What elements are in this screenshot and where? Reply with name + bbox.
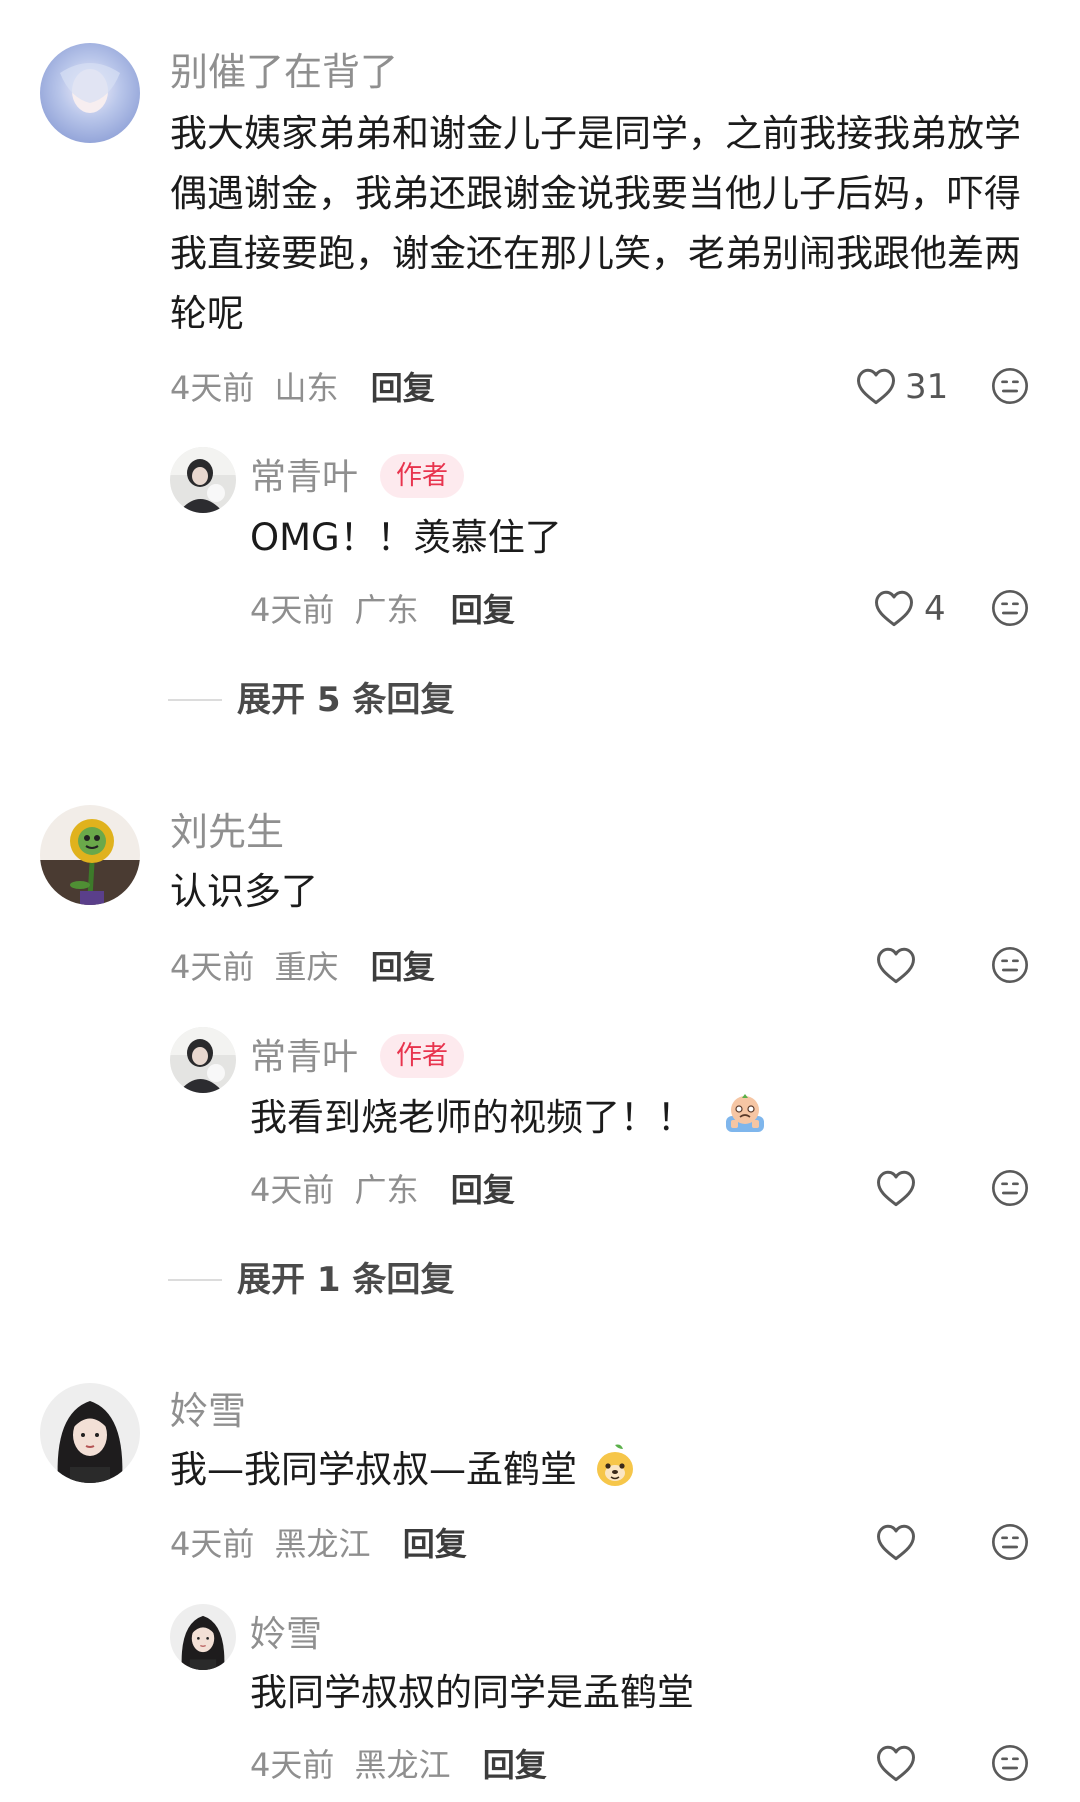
meh-face-icon[interactable] (990, 1168, 1030, 1208)
reply-meta: 4天前 黑龙江 回复 (250, 1745, 547, 1785)
like-heart-icon[interactable] (873, 588, 915, 628)
reply-button[interactable]: 回复 (371, 369, 435, 407)
like-count: 31 (905, 367, 949, 407)
meh-face-icon[interactable] (990, 1522, 1030, 1562)
expand-replies-button[interactable]: 展开 1 条回复 (237, 1260, 454, 1300)
comment-author[interactable]: 姈雪 (170, 1391, 246, 1431)
like-heart-icon[interactable] (855, 366, 897, 406)
crying-emoji (722, 1090, 768, 1136)
comment-location: 山东 (274, 369, 339, 407)
like-count: 4 (924, 589, 946, 629)
reply-location: 广东 (354, 1171, 419, 1209)
avatar[interactable] (170, 447, 236, 513)
meh-face-icon[interactable] (990, 366, 1030, 406)
reply-time: 4天前 (250, 1171, 335, 1209)
reply-meta: 4天前 广东 回复 (250, 590, 515, 630)
comment-text: 我大姨家弟弟和谢金儿子是同学，之前我接我弟放学偶遇谢金，我弟还跟谢金说我要当他儿… (170, 112, 1021, 335)
comment-meta: 4天前 黑龙江 回复 (170, 1524, 467, 1564)
expand-replies-button[interactable]: 展开 5 条回复 (237, 680, 454, 720)
reply-text: 我看到烧老师的视频了！！ (250, 1088, 768, 1148)
author-badge: 作者 (380, 454, 465, 498)
comment-location: 黑龙江 (274, 1525, 371, 1563)
reply-author[interactable]: 姈雪 (250, 1615, 322, 1655)
reply-meta: 4天前 广东 回复 (250, 1170, 515, 1210)
reply-button[interactable]: 回复 (403, 1525, 467, 1563)
pear-face-emoji (593, 1442, 637, 1488)
comment-author[interactable]: 别催了在背了 (170, 52, 398, 92)
reply-text-content: 我看到烧老师的视频了！！ (250, 1096, 694, 1139)
comment-time: 4天前 (170, 948, 255, 986)
reply-text: 我同学叔叔的同学是孟鹤堂 (250, 1671, 694, 1714)
comment-meta: 4天前 重庆 回复 (170, 947, 435, 987)
meh-face-icon[interactable] (990, 588, 1030, 628)
comment-text: 认识多了 (170, 870, 318, 913)
meh-face-icon[interactable] (990, 1743, 1030, 1783)
avatar[interactable] (40, 1383, 140, 1483)
reply-button[interactable]: 回复 (483, 1746, 547, 1784)
reply-author[interactable]: 常青叶 (250, 458, 358, 498)
comment-thread: 别催了在背了 我大姨家弟弟和谢金儿子是同学，之前我接我弟放学偶遇谢金，我弟还跟谢… (0, 0, 1080, 1802)
avatar[interactable] (40, 805, 140, 905)
reply-button[interactable]: 回复 (451, 591, 515, 629)
expand-divider (168, 699, 222, 701)
like-heart-icon[interactable] (875, 1168, 917, 1208)
reply-time: 4天前 (250, 1746, 335, 1784)
reply-text: OMG！！羡慕住了 (250, 516, 562, 559)
like-heart-icon[interactable] (875, 1743, 917, 1783)
like-heart-icon[interactable] (875, 945, 917, 985)
comment-location: 重庆 (274, 948, 339, 986)
reply-author[interactable]: 常青叶 (250, 1038, 358, 1078)
reply-location: 广东 (354, 591, 419, 629)
author-badge: 作者 (380, 1034, 465, 1078)
expand-divider (168, 1279, 222, 1281)
reply-time: 4天前 (250, 591, 335, 629)
avatar[interactable] (170, 1604, 236, 1670)
like-heart-icon[interactable] (875, 1522, 917, 1562)
reply-button[interactable]: 回复 (371, 948, 435, 986)
comment-meta: 4天前 山东 回复 (170, 368, 435, 408)
avatar[interactable] (40, 43, 140, 143)
comment-text-content: 我—我同学叔叔—孟鹤堂 (170, 1448, 577, 1491)
meh-face-icon[interactable] (990, 945, 1030, 985)
comment-time: 4天前 (170, 369, 255, 407)
reply-location: 黑龙江 (354, 1746, 451, 1784)
reply-button[interactable]: 回复 (451, 1171, 515, 1209)
avatar[interactable] (170, 1027, 236, 1093)
comment-text: 我—我同学叔叔—孟鹤堂 (170, 1440, 637, 1500)
comment-author[interactable]: 刘先生 (170, 812, 284, 852)
comment-time: 4天前 (170, 1525, 255, 1563)
